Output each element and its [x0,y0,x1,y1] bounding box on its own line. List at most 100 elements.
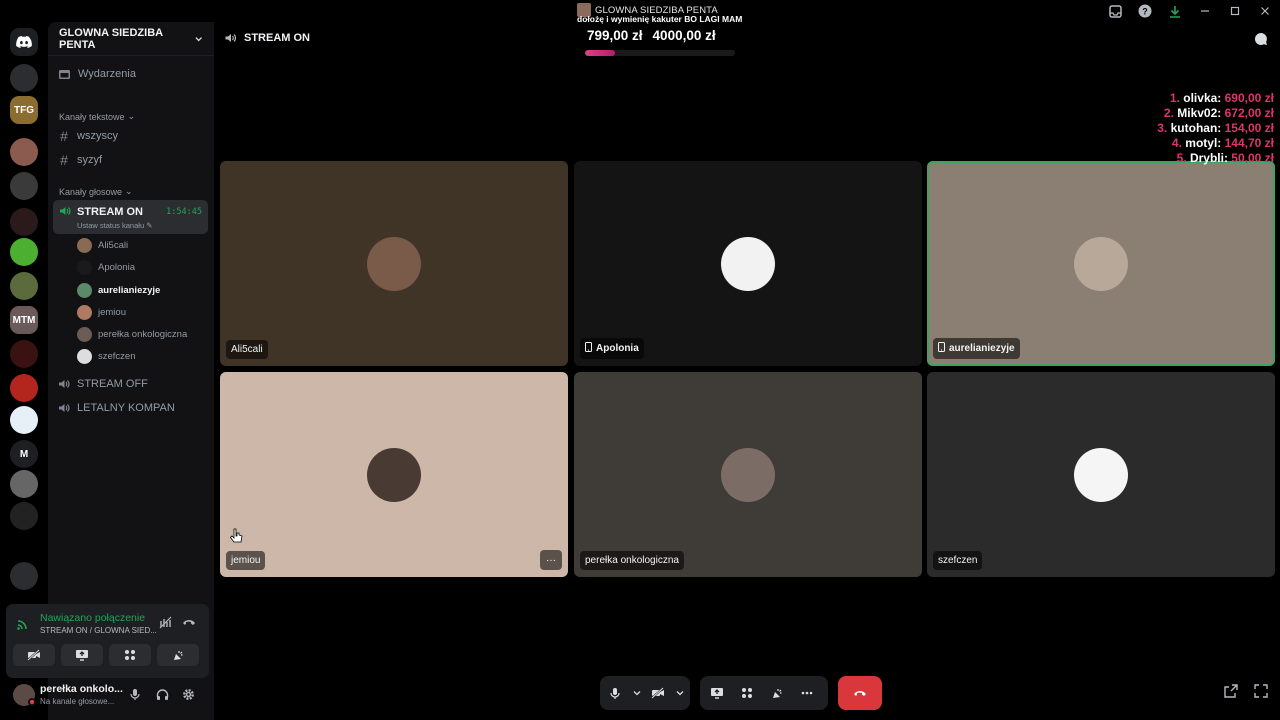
server-icon-apple[interactable] [10,238,38,266]
camera-off-icon [651,687,665,699]
inbox-icon[interactable] [1100,0,1130,22]
camera-button[interactable] [649,682,668,704]
voice-member[interactable]: szefczen [77,349,136,364]
voice-channels-category[interactable]: Kanały głosowe ⌄ [59,186,133,197]
voice-channel-header: STREAM ON [224,32,310,44]
participant-name: Ali5cali [231,344,263,355]
participant-tile[interactable]: szefczen [927,372,1275,577]
help-icon[interactable]: ? [1130,0,1160,22]
overlay-goal-description: dołożę i wymienię kakuter BO LAGI MAM [577,14,743,24]
activities-button[interactable] [109,644,151,666]
server-icon-m[interactable]: M [10,440,38,468]
disconnect-button[interactable] [838,676,882,710]
window-controls: ? [1100,0,1280,22]
leaderboard-name: Mikv02: [1177,106,1222,120]
maximize-icon[interactable] [1220,0,1250,22]
microphone-button[interactable] [606,682,625,704]
leaderboard-row: 4. motyl: 144,70 zł [1157,136,1274,151]
text-channels-category[interactable]: Kanały tekstowe ⌄ [59,111,135,122]
participant-tile[interactable]: perełka onkologiczna [574,372,922,577]
pencil-icon: ✎ [146,221,153,230]
voice-channel-letalny-kompan[interactable]: LETALNY KOMPAN [58,402,175,414]
leaderboard-row: 3. kutohan: 154,00 zł [1157,121,1274,136]
leaderboard-row: 2. Mikv02: 672,00 zł [1157,106,1274,121]
set-channel-status-link[interactable]: Ustaw status kanału ✎ [77,221,153,230]
participant-tile[interactable]: jemiou ··· [220,372,568,577]
participant-name: Apolonia [596,343,639,354]
close-icon[interactable] [1250,0,1280,22]
voice-member[interactable]: aurelianiezyje [77,283,160,298]
leaderboard-amount: 50,00 zł [1231,151,1274,165]
participant-tile[interactable]: Ali5cali [220,161,568,366]
speaker-icon [59,404,70,412]
soundboard-icon [773,689,782,698]
connection-status[interactable]: Nawiązano połączenie [40,612,145,624]
server-icon-5[interactable] [10,208,38,236]
chevron-down-icon[interactable] [633,682,641,704]
discord-home-icon[interactable] [10,28,38,56]
server-icon-medic[interactable] [10,406,38,434]
leaderboard-rank: 2. [1163,106,1174,120]
leaderboard-name: olivka: [1183,91,1222,105]
goal-progress-bar [585,50,735,56]
username[interactable]: perełka onkolo... [40,683,123,695]
participant-name-label: perełka onkologiczna [580,551,684,570]
server-icon-9[interactable] [10,340,38,368]
user-status: Na kanale głosowe... [40,697,115,706]
server-icon-mtm[interactable]: MTM [10,306,38,334]
participant-name-label: Apolonia [580,338,644,359]
participant-tile[interactable]: aurelianiezyje [927,161,1275,366]
voice-channel-name: STREAM ON [77,206,143,218]
participant-name: jemiou [231,555,261,566]
voice-channel-stream-off[interactable]: STREAM OFF [58,378,148,390]
goal-amount: 4000,00 zł [652,28,716,43]
voice-member[interactable]: Ali5cali [77,238,128,253]
server-icon-7[interactable] [10,272,38,300]
popout-icon[interactable] [1224,684,1238,701]
tile-more-button[interactable]: ··· [540,550,562,570]
signal-icon[interactable] [16,617,30,634]
avatar [77,283,92,298]
minimize-icon[interactable] [1190,0,1220,22]
fullscreen-icon[interactable] [1254,684,1268,701]
avatar [721,448,775,502]
leaderboard-name: Drybli: [1189,151,1228,165]
channel-syzyf[interactable]: # syzyf [58,152,102,168]
chevron-down-icon[interactable] [676,682,684,704]
server-icon-folder[interactable] [10,562,38,590]
screen-share-button[interactable] [61,644,103,666]
member-name: Ali5cali [98,240,129,251]
voice-member[interactable]: jemiou [77,305,126,320]
headphones-icon[interactable] [156,688,169,704]
server-icon-penta[interactable] [10,138,38,166]
download-icon[interactable] [1160,0,1190,22]
activities-button[interactable] [736,682,758,704]
participant-tile[interactable]: Apolonia [574,161,922,366]
server-icon-14[interactable] [10,502,38,530]
channel-label: LETALNY KOMPAN [77,402,175,414]
server-icon-10[interactable] [10,374,38,402]
participant-name: perełka onkologiczna [585,555,679,566]
settings-gear-icon[interactable] [182,688,195,704]
voice-member[interactable]: perełka onkologiczna [77,327,187,342]
more-options-button[interactable] [796,682,818,704]
soundboard-button[interactable] [766,682,788,704]
server-icon-1[interactable] [10,64,38,92]
noise-suppression-icon[interactable] [159,616,172,632]
server-header[interactable]: GLOWNA SIEDZIBA PENTA [48,22,214,56]
server-icon-tfg[interactable]: TFG [10,96,38,124]
channel-wszyscy[interactable]: # wszyscy [58,128,118,144]
screen-share-button[interactable] [706,682,728,704]
server-icon-4[interactable] [10,172,38,200]
leaderboard-rank: 5. [1176,151,1187,165]
voice-member[interactable]: Apolonia [77,260,135,275]
voice-channel-stream-on[interactable]: STREAM ON 1:54:45 Ustaw status kanału ✎ [53,200,208,234]
microphone-icon[interactable] [130,688,140,704]
events-link[interactable]: Wydarzenia [58,68,136,80]
chat-icon[interactable] [1254,32,1268,49]
avatar [77,327,92,342]
disconnect-icon[interactable] [182,616,196,631]
camera-off-button[interactable] [13,644,55,666]
server-icon-13[interactable] [10,470,38,498]
soundboard-button[interactable] [157,644,199,666]
